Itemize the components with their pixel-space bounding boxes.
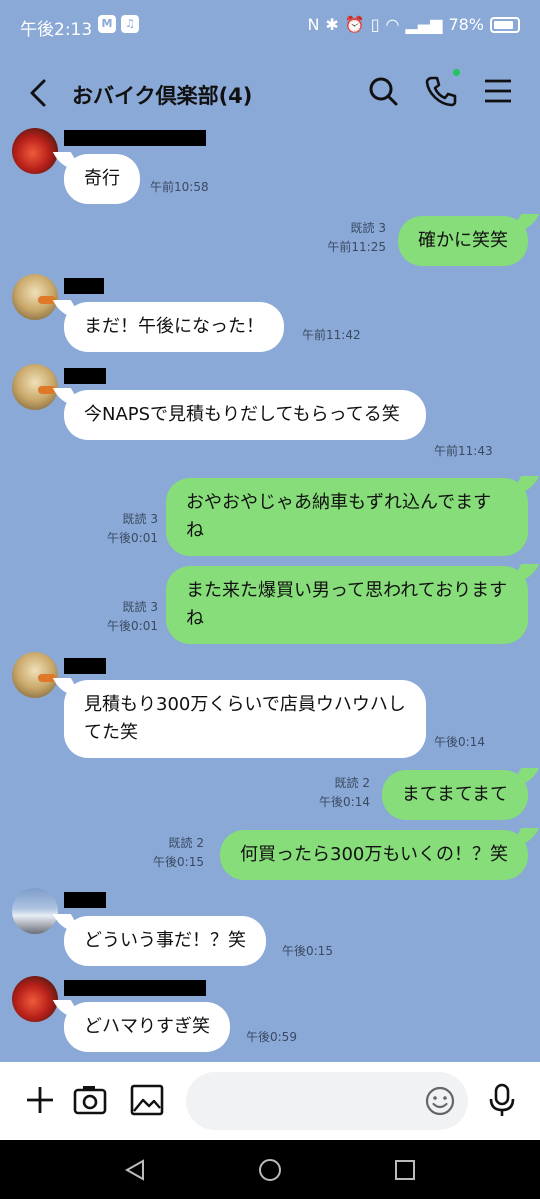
battery-icon — [490, 16, 520, 33]
read-receipt: 既読 3 — [122, 512, 158, 526]
sender-name-redacted — [64, 892, 106, 908]
status-right: N ✱ ⏰ ▯ ◠ ▂▄▆ 78% — [307, 15, 520, 34]
avatar[interactable] — [12, 128, 58, 174]
sender-name-redacted — [64, 980, 206, 996]
message-time: 午前10:58 — [150, 180, 209, 194]
message-bubble[interactable]: まてまてまて — [381, 770, 528, 820]
phone-icon[interactable] — [424, 74, 458, 108]
status-bar: 午後2:13 M ♫ N ✱ ⏰ ▯ ◠ ▂▄▆ 78% — [0, 0, 540, 52]
message-input[interactable] — [186, 1072, 468, 1130]
read-receipt: 既読 2 — [168, 836, 204, 850]
read-receipt: 既読 3 — [350, 221, 386, 235]
message-bubble[interactable]: 何買ったら300万もいくの！？笑 — [220, 830, 528, 880]
avatar[interactable] — [12, 364, 58, 410]
sender-name-redacted — [64, 278, 104, 294]
avatar[interactable] — [12, 888, 58, 934]
message-bubble[interactable]: 確かに笑笑 — [398, 216, 528, 266]
message-time: 午後0:59 — [246, 1030, 297, 1044]
avatar[interactable] — [12, 652, 58, 698]
message-bubble[interactable]: 奇行 — [64, 154, 140, 204]
message-bubble[interactable]: また来た爆買い男って思われておりますね — [166, 566, 528, 644]
message-time: 午後0:14 — [434, 735, 485, 749]
message-list[interactable]: 奇行 午前10:58 既読 3 午前11:25 確かに笑笑 まだ！午後になった！… — [0, 128, 540, 1062]
avatar[interactable] — [12, 274, 58, 320]
image-icon[interactable] — [129, 1082, 165, 1118]
message-time: 午前11:43 — [434, 444, 493, 458]
message-time: 午後0:01 — [107, 619, 158, 633]
sender-name-redacted — [64, 368, 106, 384]
menu-icon[interactable] — [481, 74, 515, 108]
chat-header: おバイク倶楽部(4) — [0, 52, 540, 132]
back-chevron-icon[interactable] — [24, 76, 54, 110]
gmail-notification-icon: M — [98, 15, 116, 33]
message-time: 午後0:14 — [319, 795, 370, 809]
signal-icon: ▂▄▆ — [405, 15, 443, 34]
nfc-icon: N — [307, 15, 320, 34]
read-receipt: 既読 2 — [334, 776, 370, 790]
message-time: 午後0:01 — [107, 531, 158, 545]
message-bubble[interactable]: おやおやじゃあ納車もずれ込んでますね — [166, 478, 528, 556]
read-receipt: 既読 3 — [122, 600, 158, 614]
message-time: 午後0:15 — [282, 944, 333, 958]
app-notification-icon: ♫ — [121, 15, 139, 33]
bluetooth-icon: ✱ — [325, 15, 339, 34]
message-time: 午前11:42 — [302, 328, 361, 342]
nav-home-icon[interactable] — [258, 1158, 282, 1182]
plus-icon[interactable] — [22, 1082, 58, 1118]
camera-icon[interactable] — [72, 1082, 108, 1118]
nav-back-icon[interactable] — [123, 1158, 147, 1182]
message-time: 午後0:15 — [153, 855, 204, 869]
message-bubble[interactable]: どハマりすぎ笑 — [64, 1002, 230, 1052]
sender-name-redacted — [64, 130, 206, 146]
emoji-icon[interactable] — [424, 1085, 456, 1117]
message-bubble[interactable]: どういう事だ！？笑 — [64, 916, 266, 966]
message-bubble[interactable]: 今NAPSで見積もりだしてもらってる笑 — [64, 390, 426, 440]
avatar[interactable] — [12, 976, 58, 1022]
wifi-icon: ◠ — [385, 15, 400, 34]
search-icon[interactable] — [366, 74, 400, 108]
nav-recents-icon[interactable] — [393, 1158, 417, 1182]
system-nav-bar — [0, 1140, 540, 1199]
input-bar — [0, 1062, 540, 1140]
message-bubble[interactable]: まだ！午後になった！ — [64, 302, 284, 352]
call-active-dot — [453, 69, 460, 76]
message-bubble[interactable]: 見積もり300万くらいで店員ウハウハしてた笑 — [64, 680, 426, 758]
microphone-icon[interactable] — [484, 1082, 520, 1118]
battery-percent: 78% — [448, 15, 484, 34]
status-time: 午後2:13 — [20, 20, 93, 40]
message-time: 午前11:25 — [327, 240, 386, 254]
alarm-icon: ⏰ — [344, 15, 365, 34]
sender-name-redacted — [64, 658, 106, 674]
vibrate-icon: ▯ — [370, 15, 380, 34]
chat-title: おバイク倶楽部(4) — [72, 84, 253, 108]
